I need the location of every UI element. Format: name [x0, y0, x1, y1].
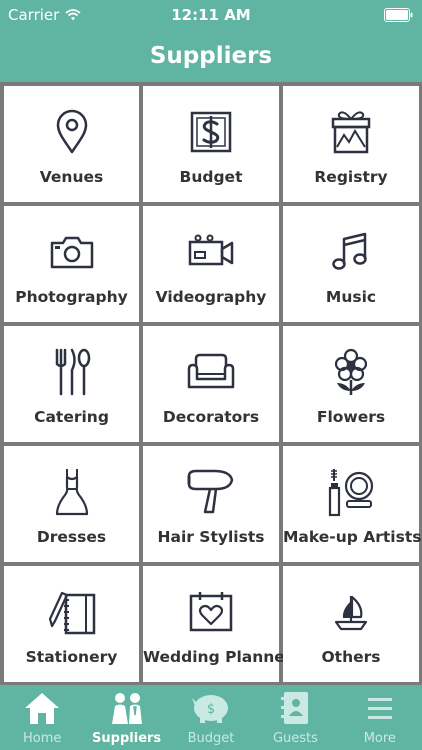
- category-others[interactable]: Others: [283, 566, 419, 682]
- category-label: Videography: [155, 288, 267, 306]
- address-book-icon: [253, 691, 337, 725]
- couple-icon: [84, 691, 168, 725]
- category-label: Catering: [34, 408, 109, 426]
- category-flowers[interactable]: Flowers: [283, 326, 419, 442]
- category-label: Others: [321, 648, 381, 666]
- category-videography[interactable]: Videography: [143, 206, 279, 322]
- category-venues[interactable]: Venues: [4, 86, 139, 202]
- cutlery-icon: [4, 346, 139, 398]
- music-note-icon: [283, 226, 419, 278]
- tab-guests[interactable]: Guests: [253, 685, 337, 750]
- category-photography[interactable]: Photography: [4, 206, 139, 322]
- category-label: Decorators: [162, 408, 260, 426]
- svg-text:$: $: [207, 702, 215, 717]
- suppliers-grid: Venues Budget Registry Photography Video: [4, 86, 422, 682]
- dress-icon: [4, 466, 139, 518]
- calendar-heart-icon: [143, 586, 279, 638]
- category-catering[interactable]: Catering: [4, 326, 139, 442]
- category-label: Budget: [179, 168, 243, 186]
- suppliers-grid-container: Venues Budget Registry Photography Video: [0, 82, 422, 685]
- tab-label: Budget: [187, 731, 235, 746]
- category-label: Flowers: [316, 408, 386, 426]
- gift-icon: [283, 106, 419, 158]
- category-decorators[interactable]: Decorators: [143, 326, 279, 442]
- battery-icon: [384, 8, 414, 22]
- notebook-icon: [4, 586, 139, 638]
- category-make-up-artists[interactable]: Make-up Artists: [283, 446, 422, 562]
- page-title: Suppliers: [149, 43, 273, 69]
- dollar-icon: [143, 106, 279, 158]
- tab-label: Suppliers: [92, 731, 162, 746]
- tab-label: More: [363, 731, 396, 746]
- category-wedding-planners[interactable]: Wedding Planners: [143, 566, 302, 682]
- video-camera-icon: [143, 226, 279, 278]
- category-dresses[interactable]: Dresses: [4, 446, 139, 562]
- category-label: Dresses: [36, 528, 107, 546]
- category-hair-stylists[interactable]: Hair Stylists: [143, 446, 279, 562]
- category-label: Music: [325, 288, 377, 306]
- tab-label: Guests: [272, 731, 318, 746]
- category-budget[interactable]: Budget: [143, 86, 279, 202]
- hair-dryer-icon: [143, 466, 279, 518]
- house-icon: [0, 691, 84, 725]
- category-label: Registry: [314, 168, 388, 186]
- category-registry[interactable]: Registry: [283, 86, 419, 202]
- status-bar: Carrier 12:11 AM: [0, 0, 422, 30]
- clock: 12:11 AM: [171, 6, 251, 24]
- location-pin-icon: [4, 106, 139, 158]
- tab-suppliers[interactable]: Suppliers: [84, 685, 168, 750]
- category-stationery[interactable]: Stationery: [4, 566, 139, 682]
- tab-label: Home: [23, 731, 62, 746]
- category-label: Venues: [39, 168, 104, 186]
- category-music[interactable]: Music: [283, 206, 419, 322]
- tab-home[interactable]: Home: [0, 685, 84, 750]
- category-label: Make-up Artists: [283, 528, 422, 546]
- category-label: Stationery: [25, 648, 118, 666]
- tab-budget[interactable]: $ Budget: [169, 685, 253, 750]
- category-label: Photography: [15, 288, 128, 306]
- flower-icon: [283, 346, 419, 398]
- category-label: Hair Stylists: [157, 528, 265, 546]
- tab-bar: Home Suppliers $ Budget Guests More: [0, 685, 422, 750]
- makeup-icon: [283, 466, 419, 518]
- camera-icon: [4, 226, 139, 278]
- menu-icon: [338, 691, 422, 725]
- sailboat-icon: [283, 586, 419, 638]
- tab-more[interactable]: More: [338, 685, 422, 750]
- armchair-icon: [143, 346, 279, 398]
- piggy-bank-icon: $: [169, 691, 253, 725]
- category-label: Wedding Planners: [143, 648, 302, 666]
